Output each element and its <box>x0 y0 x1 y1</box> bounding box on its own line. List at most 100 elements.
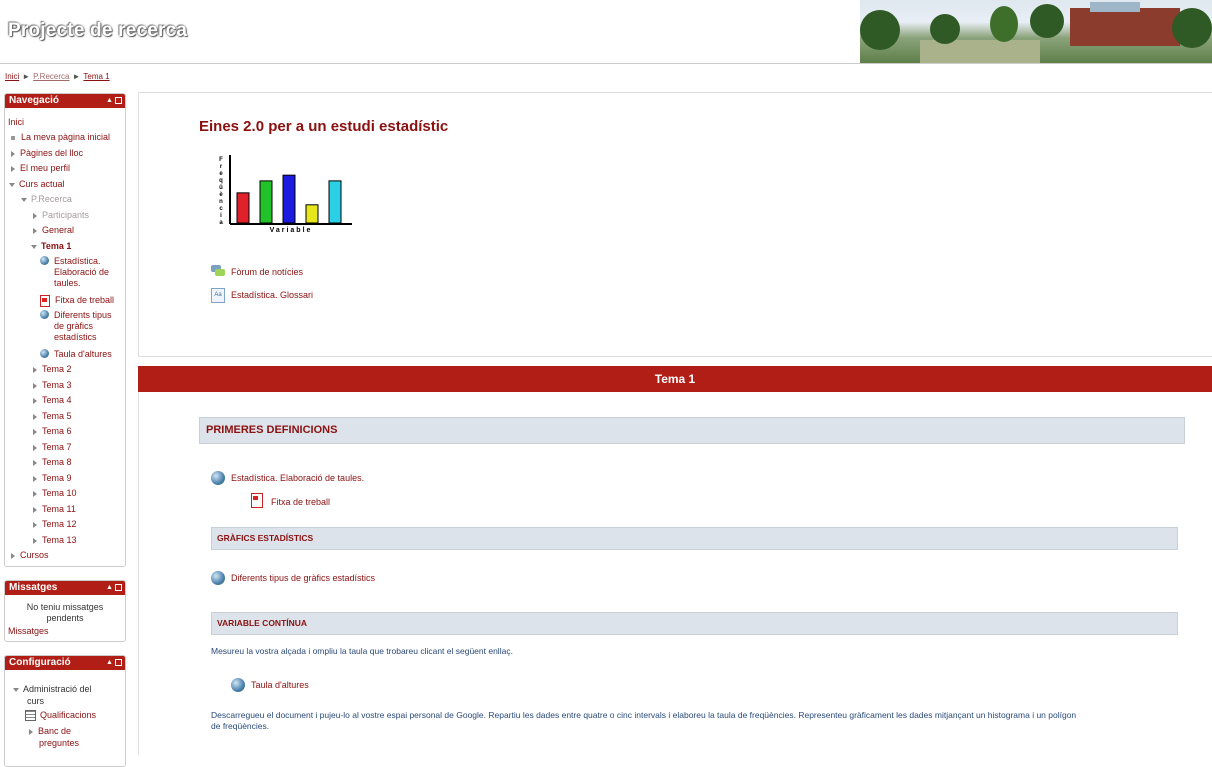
collapse-arrow-icon <box>9 182 15 187</box>
nav-course[interactable]: P.Recerca <box>21 194 72 204</box>
navigation-block: Navegació ▲ Inici La meva pàgina inicial… <box>4 93 126 567</box>
nav-tema-5[interactable]: Tema 5 <box>33 411 72 421</box>
chart-bar <box>328 180 342 224</box>
chart-ylabel-letter: r <box>220 164 223 170</box>
nav-tema-2[interactable]: Tema 2 <box>33 364 72 374</box>
collapse-icon[interactable]: ▲ <box>106 97 113 104</box>
nav-tema-8[interactable]: Tema 8 <box>33 457 72 467</box>
expand-icon <box>33 227 37 234</box>
nav-tema-10[interactable]: Tema 10 <box>33 488 77 498</box>
dock-icon[interactable] <box>115 659 122 666</box>
collapse-arrow-icon <box>31 244 37 249</box>
bullet-icon <box>11 135 15 140</box>
breadcrumb-current[interactable]: Tema 1 <box>83 72 109 81</box>
expand-icon <box>33 475 37 482</box>
instruction-text-1: Mesureu la vostra alçada i ompliu la tau… <box>211 646 513 656</box>
config-grades[interactable]: Qualificacions <box>25 710 96 722</box>
nav-tema-4[interactable]: Tema 4 <box>33 395 72 405</box>
activity-forum[interactable]: Fòrum de notícies <box>211 265 303 277</box>
nav-tema-12[interactable]: Tema 12 <box>33 519 77 529</box>
expand-icon <box>33 459 37 466</box>
expand-icon <box>29 728 33 735</box>
nav-tema-11[interactable]: Tema 11 <box>33 504 76 514</box>
nav-tema-9[interactable]: Tema 9 <box>33 473 72 483</box>
glossary-icon: Aa <box>211 288 225 303</box>
nav-tema1-estadistica[interactable]: Estadística. Elaboració de taules. <box>40 256 109 288</box>
activity-fitxa-treball[interactable]: Fitxa de treball <box>251 493 330 508</box>
dock-icon[interactable] <box>115 97 122 104</box>
messages-block: Missatges ▲ No teniu missatges pendents … <box>4 580 126 642</box>
chart-bar <box>236 192 250 224</box>
config-question-bank-cont: preguntes <box>39 738 80 748</box>
course-title: Eines 2.0 per a un estudi estadístic <box>199 118 449 135</box>
navigation-block-title: Navegació <box>9 95 60 106</box>
expand-icon <box>33 212 37 219</box>
nav-tema1-fitxa[interactable]: Fitxa de treball <box>40 295 114 307</box>
collapse-arrow-icon <box>13 687 19 692</box>
expand-icon <box>33 537 37 544</box>
chart-ylabel-letter: i <box>220 213 222 219</box>
nav-my-home[interactable]: La meva pàgina inicial <box>11 132 110 142</box>
messages-empty-line1: No teniu missatges <box>26 602 104 612</box>
expand-icon <box>33 444 37 451</box>
nav-inici[interactable]: Inici <box>8 117 24 127</box>
instruction-text-2: Descarregueu el document i pujeu-lo al v… <box>211 710 1077 731</box>
activity-taula-altures[interactable]: Taula d'altures <box>231 678 309 692</box>
url-resource-icon <box>211 471 225 485</box>
expand-icon <box>11 165 15 172</box>
configuration-block: Configuració ▲ Administració del curs Qu… <box>4 655 126 767</box>
collapse-icon[interactable]: ▲ <box>106 659 113 666</box>
label-grafics-estadistics: GRÀFICS ESTADÍSTICS <box>211 527 1178 550</box>
config-course-admin-cont: curs <box>27 696 45 706</box>
label-primeres-definicions: PRIMERES DEFINICIONS <box>199 417 1185 444</box>
chart-ylabel-letter: q <box>219 178 223 184</box>
collapse-icon[interactable]: ▲ <box>106 584 113 591</box>
pdf-icon <box>251 493 263 508</box>
config-question-bank[interactable]: Banc de <box>29 726 71 736</box>
activity-diferents-grafics[interactable]: Diferents tipus de gràfics estadístics <box>211 571 375 585</box>
nav-tema-7[interactable]: Tema 7 <box>33 442 72 452</box>
chart-ylabel-letter: è <box>219 192 223 198</box>
messages-block-header: Missatges ▲ <box>5 581 125 595</box>
page-header: Projecte de recerca <box>0 0 1212 64</box>
nav-profile[interactable]: El meu perfil <box>11 163 70 173</box>
nav-tema-3[interactable]: Tema 3 <box>33 380 72 390</box>
navigation-block-header: Navegació ▲ <box>5 94 125 108</box>
breadcrumb-course[interactable]: P.Recerca <box>33 72 69 81</box>
nav-tema-13[interactable]: Tema 13 <box>33 535 77 545</box>
nav-tema1[interactable]: Tema 1 <box>31 241 71 251</box>
nav-site-pages[interactable]: Pàgines del lloc <box>11 148 83 158</box>
nav-tema1-grafics[interactable]: Diferents tipus de gràfics estadístics <box>40 310 112 342</box>
nav-participants[interactable]: Participants <box>33 210 89 220</box>
configuration-block-title: Configuració <box>9 657 71 668</box>
course-summary-section: Eines 2.0 per a un estudi estadístic Fre… <box>138 92 1212 357</box>
breadcrumb-home[interactable]: Inici <box>5 72 19 81</box>
expand-icon <box>33 521 37 528</box>
nav-cursos[interactable]: Cursos <box>11 550 49 560</box>
breadcrumb: Inici ► P.Recerca ► Tema 1 <box>5 72 110 81</box>
forum-icon <box>211 265 225 277</box>
expand-icon <box>11 552 15 559</box>
activity-glossary[interactable]: Aa Estadística. Glossari <box>211 288 313 303</box>
nav-current-course[interactable]: Curs actual <box>9 179 65 189</box>
site-title[interactable]: Projecte de recerca <box>8 20 187 42</box>
nav-tema-6[interactable]: Tema 6 <box>33 426 72 436</box>
messages-empty-line2: pendents <box>46 613 84 623</box>
messages-block-title: Missatges <box>9 582 58 593</box>
dock-icon[interactable] <box>115 584 122 591</box>
url-resource-icon <box>40 349 49 358</box>
url-resource-icon <box>40 310 49 319</box>
chart-ylabel-letter: F <box>219 157 223 163</box>
nav-general[interactable]: General <box>33 225 74 235</box>
config-course-admin[interactable]: Administració del <box>13 684 92 694</box>
chart-ylabel-letter: e <box>219 171 223 177</box>
messages-link[interactable]: Missatges <box>8 626 49 636</box>
chart-ylabel-letter: a <box>219 220 223 226</box>
configuration-block-header: Configuració ▲ <box>5 656 125 670</box>
activity-estadistica-taules[interactable]: Estadística. Elaboració de taules. <box>211 471 364 485</box>
pdf-icon <box>40 295 50 307</box>
expand-icon <box>33 382 37 389</box>
expand-icon <box>33 366 37 373</box>
nav-tema1-taula[interactable]: Taula d'altures <box>40 349 112 359</box>
expand-icon <box>33 490 37 497</box>
